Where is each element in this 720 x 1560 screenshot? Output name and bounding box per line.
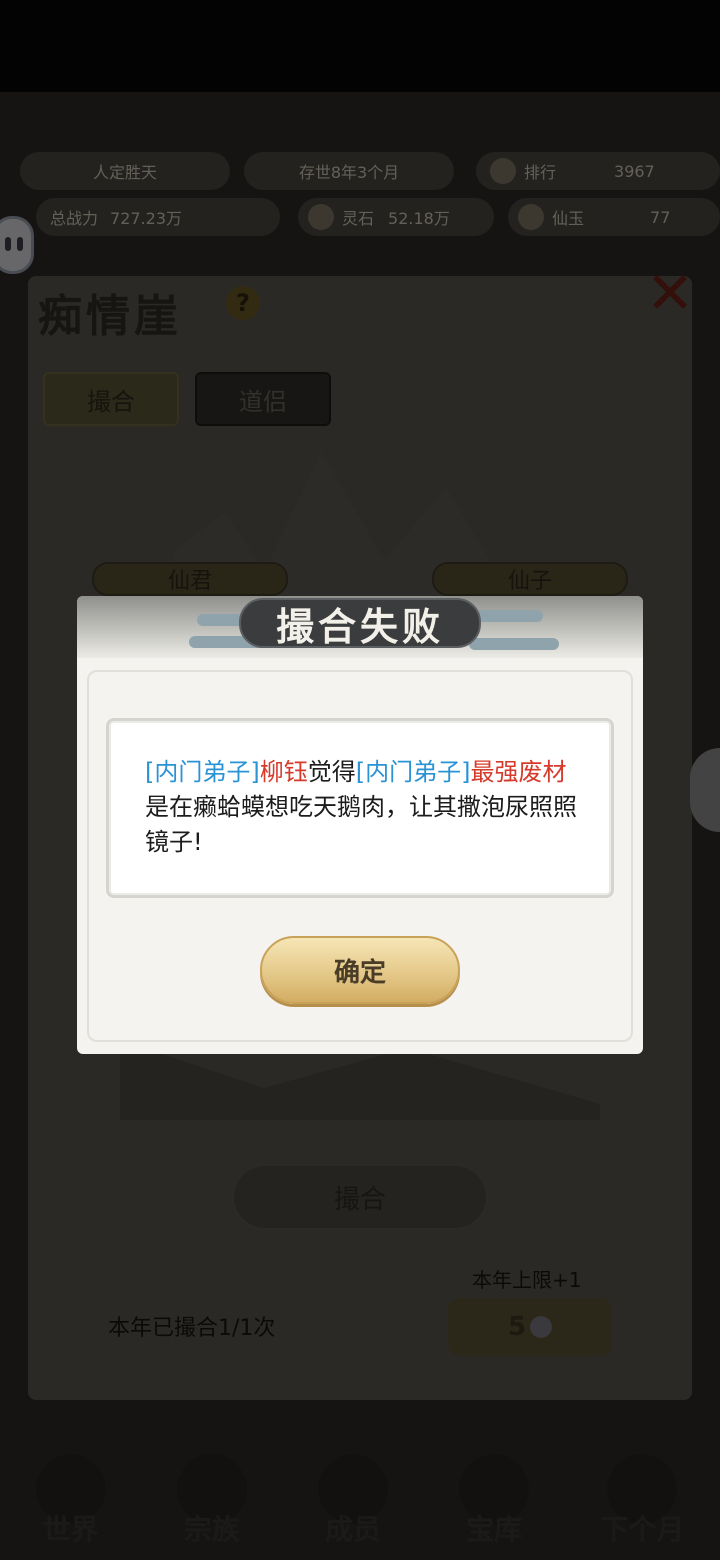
power-value: 727.23万 xyxy=(110,209,183,228)
xianyu-label: 仙玉 xyxy=(552,209,585,228)
message-name-1: 柳钰 xyxy=(259,758,308,786)
rank-label: 排行 xyxy=(524,163,557,182)
message-rest: 是在癞蛤蟆想吃天鹅肉，让其撒泡尿照照镜子! xyxy=(145,793,577,856)
message-tag-2: [内门弟子] xyxy=(355,758,471,786)
close-icon[interactable]: ✕ xyxy=(640,262,700,324)
nav-members[interactable]: 成员 xyxy=(317,1454,388,1548)
realm-text: 人定胜天 xyxy=(92,163,157,182)
spirit-stone-icon xyxy=(530,1316,553,1338)
message-name-2: 最强废材 xyxy=(470,758,567,786)
left-name-plate: 仙君 xyxy=(92,562,288,596)
nav-label: 宗族 xyxy=(183,1513,240,1546)
xianyu-chip: 仙玉 77 xyxy=(508,198,720,236)
lingshi-value: 52.18万 xyxy=(388,209,450,228)
dialog-message: [内门弟子]柳钰觉得[内门弟子]最强废材是在癞蛤蟆想吃天鹅肉，让其撒泡尿照照镜子… xyxy=(145,755,577,860)
match-failed-dialog: 撮合失败 [内门弟子]柳钰觉得[内门弟子]最强废材是在癞蛤蟆想吃天鹅肉，让其撒泡… xyxy=(77,596,643,1054)
confirm-label: 确定 xyxy=(333,957,386,988)
chat-bubble-icon[interactable] xyxy=(0,216,34,274)
rank-icon xyxy=(490,158,516,184)
right-name-plate: 仙子 xyxy=(432,562,628,596)
cloud-decoration xyxy=(469,638,559,650)
age-chip: 存世8年3个月 xyxy=(244,152,454,190)
count-label: 本年已撮合1/1次 xyxy=(108,1316,276,1341)
match-button[interactable]: 撮合 xyxy=(232,1164,488,1230)
xianyu-icon xyxy=(518,204,544,230)
nav-next-month[interactable]: 下个月 xyxy=(600,1454,684,1548)
nav-label: 成员 xyxy=(324,1513,381,1546)
rank-value: 3967 xyxy=(614,161,655,181)
realm-chip: 人定胜天 xyxy=(20,152,230,190)
rank-chip[interactable]: 排行 3967 xyxy=(476,152,720,190)
cost-value: 5 xyxy=(507,1312,527,1342)
tab-partner[interactable]: 道侣 xyxy=(195,372,331,426)
lingshi-chip: 灵石 52.18万 xyxy=(298,198,494,236)
message-tag-1: [内门弟子] xyxy=(145,758,260,786)
message-box: [内门弟子]柳钰觉得[内门弟子]最强废材是在癞蛤蟆想吃天鹅肉，让其撒泡尿照照镜子… xyxy=(106,718,614,898)
top-status-area xyxy=(0,0,720,92)
power-chip: 总战力 727.23万 xyxy=(36,198,280,236)
age-text: 存世8年3个月 xyxy=(298,163,400,182)
limit-label: 本年上限+1 xyxy=(472,1268,582,1292)
nav-clan[interactable]: 宗族 xyxy=(176,1454,247,1548)
nav-treasury[interactable]: 宝库 xyxy=(459,1454,530,1548)
panel-title: 痴情崖 xyxy=(38,291,182,342)
dialog-title-plate: 撮合失败 xyxy=(239,598,481,649)
nav-label: 宝库 xyxy=(466,1513,523,1546)
nav-world[interactable]: 世界 xyxy=(35,1454,106,1548)
increase-limit-button[interactable]: 5 xyxy=(448,1298,612,1356)
confirm-button[interactable]: 确定 xyxy=(260,936,460,1004)
nav-label: 世界 xyxy=(42,1513,99,1546)
tab-match[interactable]: 撮合 xyxy=(43,372,179,426)
help-icon[interactable]: ? xyxy=(226,286,260,320)
message-mid: 觉得 xyxy=(307,758,356,786)
bottom-nav: 世界 宗族 成员 宝库 下个月 xyxy=(0,1430,720,1560)
lingshi-icon xyxy=(308,204,334,230)
lingshi-label: 灵石 xyxy=(342,209,375,228)
dialog-title: 撮合失败 xyxy=(275,603,444,649)
cloud-decoration xyxy=(473,610,543,622)
power-label: 总战力 xyxy=(50,209,99,228)
xianyu-value: 77 xyxy=(650,207,671,227)
nav-label: 下个月 xyxy=(600,1513,685,1546)
